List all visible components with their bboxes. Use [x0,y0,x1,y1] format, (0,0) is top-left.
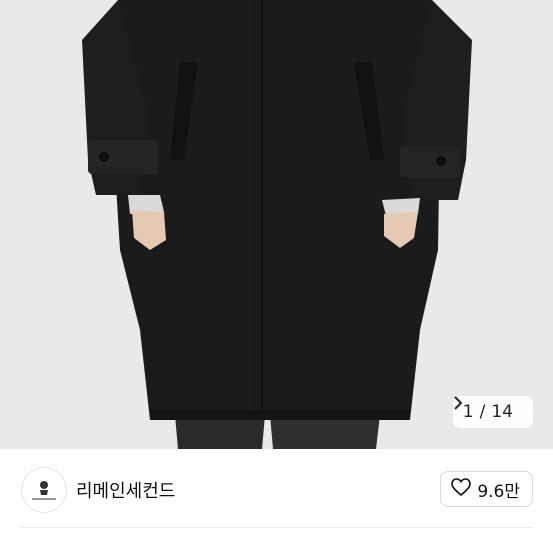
seller-row: 리메인세컨드 9.6만 [0,449,553,529]
pager-total: 14 [491,402,513,422]
heart-outline-icon [451,477,472,501]
coat-illustration [0,0,553,449]
pager-current: 1 [462,402,474,422]
like-button[interactable]: 9.6만 [440,471,533,507]
shop-name[interactable]: 리메인세컨드 [76,477,175,503]
image-pager[interactable]: 1 / 14 [452,396,533,428]
pager-separator: / [479,402,486,422]
product-photo[interactable]: 1 / 14 [0,0,553,449]
like-count: 9.6만 [477,481,520,502]
divider [20,527,533,528]
shop-logo-icon[interactable] [21,467,67,513]
